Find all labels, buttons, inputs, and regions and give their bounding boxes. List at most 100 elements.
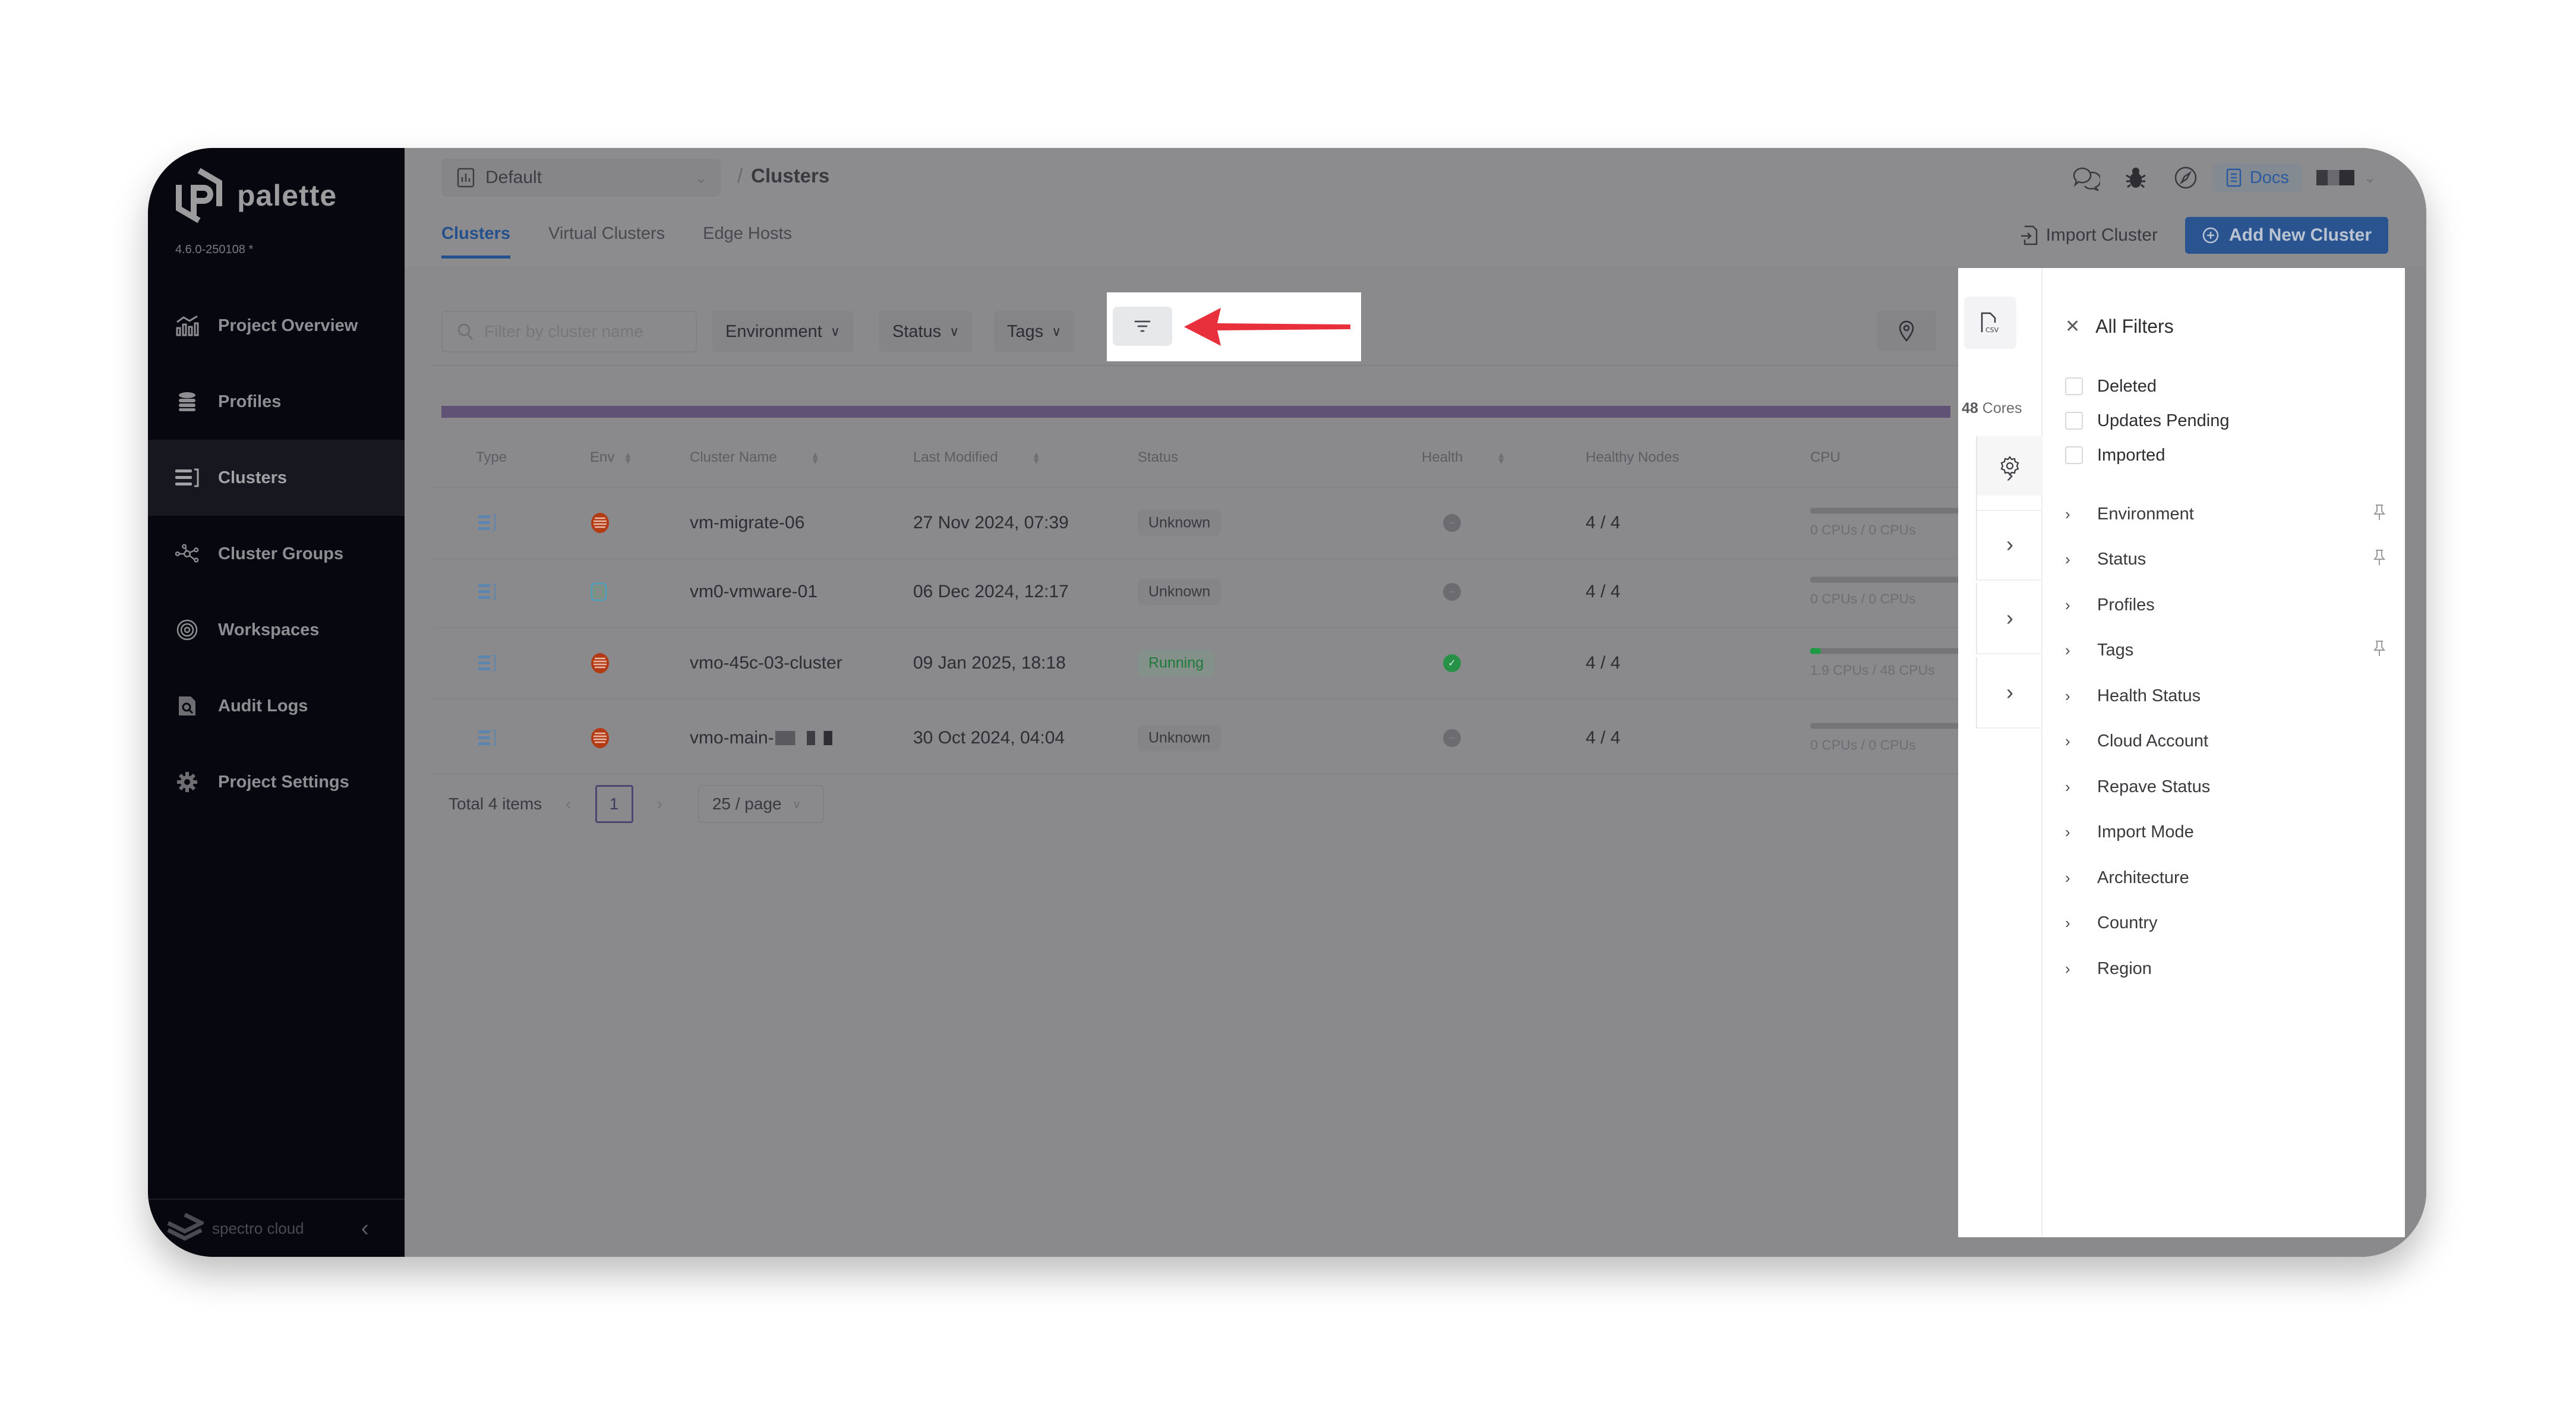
cluster-name-link[interactable]: vm-migrate-06: [690, 513, 804, 533]
expand-row-button[interactable]: ›: [1976, 583, 2043, 654]
column-header-cluster-name[interactable]: Cluster Name ▴ ▾: [690, 449, 818, 466]
last-modified: 27 Nov 2024, 07:39: [913, 513, 1069, 532]
filter-checkbox[interactable]: Updates Pending: [2065, 403, 2230, 438]
sidebar: palette 4.6.0-250108 * Project Overview …: [148, 148, 405, 1257]
sidebar-item-project-overview[interactable]: Project Overview: [148, 288, 405, 364]
table-right-edge: CSV 48 Cores › › › ›: [1958, 268, 2043, 1237]
healthy-nodes: 4 / 4: [1586, 653, 1621, 673]
chevron-down-icon[interactable]: ⌄: [2364, 169, 2376, 187]
filter-group[interactable]: › Profiles: [2065, 582, 2386, 628]
chat-icon[interactable]: [2068, 160, 2104, 196]
prev-page-button[interactable]: ‹: [566, 795, 571, 814]
checkbox[interactable]: [2065, 412, 2083, 430]
filter-group[interactable]: › Region: [2065, 946, 2386, 992]
pin-icon[interactable]: [2373, 549, 2386, 570]
status-filter-dropdown[interactable]: Status ∨: [879, 311, 973, 352]
filter-group[interactable]: › Import Mode: [2065, 810, 2386, 856]
table-row[interactable]: vmo-main- 30 Oct 2024, 04:04 Unknown – 4…: [433, 703, 1988, 774]
app-version: 4.6.0-250108 *: [175, 243, 254, 256]
expand-row-button[interactable]: ›: [1976, 440, 2043, 511]
cluster-name-link[interactable]: vm0-vmware-01: [690, 582, 817, 602]
filter-group[interactable]: › Environment: [2065, 491, 2386, 537]
table-row[interactable]: vm-migrate-06 27 Nov 2024, 07:39 Unknown…: [433, 488, 1988, 559]
chevron-right-icon: ›: [2065, 550, 2070, 569]
next-page-button[interactable]: ›: [657, 795, 662, 814]
bug-icon[interactable]: [2118, 160, 2154, 196]
current-page[interactable]: 1: [595, 785, 633, 823]
table-row[interactable]: vm0-vmware-01 06 Dec 2024, 12:17 Unknown…: [433, 557, 1988, 628]
chevron-down-icon: ⌄: [694, 168, 708, 187]
logo[interactable]: palette: [174, 167, 337, 224]
filter-group[interactable]: › Status: [2065, 537, 2386, 583]
export-csv-button[interactable]: CSV: [1964, 297, 2016, 349]
palette-logo-icon: [176, 168, 222, 223]
collapse-sidebar-button[interactable]: ‹: [361, 1215, 369, 1242]
chevron-down-icon: ∨: [1052, 324, 1062, 339]
pin-icon[interactable]: [2373, 504, 2386, 525]
all-filters-drawer: ✕ All Filters Deleted Updates Pending Impo…: [2043, 268, 2405, 1237]
sidebar-item-clusters[interactable]: Clusters: [148, 440, 405, 516]
column-header-type: Type: [476, 449, 507, 465]
target-icon: [175, 618, 199, 642]
cluster-name-link[interactable]: vmo-main-: [690, 728, 832, 748]
map-view-button[interactable]: [1877, 311, 1936, 351]
tags-filter-dropdown[interactable]: Tags ∨: [994, 311, 1075, 352]
sidebar-item-cluster-groups[interactable]: Cluster Groups: [148, 516, 405, 592]
health-status-icon: ✓: [1443, 654, 1461, 672]
filter-group[interactable]: › Repave Status: [2065, 764, 2386, 810]
top-icons: Docs ⌄: [2054, 160, 2376, 196]
last-modified: 06 Dec 2024, 12:17: [913, 582, 1069, 601]
import-icon: [2021, 225, 2037, 245]
audit-icon: [175, 694, 199, 718]
filter-checkbox[interactable]: Deleted: [2065, 369, 2230, 403]
sidebar-item-profiles[interactable]: Profiles: [148, 364, 405, 440]
docs-button[interactable]: Docs: [2212, 163, 2302, 193]
health-status-icon: –: [1443, 729, 1461, 747]
compass-icon[interactable]: [2168, 160, 2204, 196]
checkbox[interactable]: [2065, 446, 2083, 464]
user-avatar[interactable]: [2316, 170, 2354, 185]
column-header-env[interactable]: Env ▴ ▾: [590, 449, 630, 466]
checkbox[interactable]: [2065, 377, 2083, 395]
tab-edge-hosts[interactable]: Edge Hosts: [703, 224, 792, 258]
filter-group[interactable]: › Tags: [2065, 628, 2386, 674]
project-icon: [457, 168, 475, 188]
app-name: palette: [237, 179, 337, 212]
sidebar-item-project-settings[interactable]: Project Settings: [148, 744, 405, 820]
sidebar-item-audit-logs[interactable]: Audit Logs: [148, 668, 405, 744]
last-modified: 30 Oct 2024, 04:04: [913, 728, 1065, 748]
filter-group[interactable]: › Cloud Account: [2065, 719, 2386, 765]
filter-group[interactable]: › Country: [2065, 901, 2386, 947]
filter-group[interactable]: › Health Status: [2065, 673, 2386, 719]
cores-usage-bar: [441, 406, 1950, 418]
tabs: Clusters Virtual Clusters Edge Hosts: [441, 224, 830, 258]
expand-row-button[interactable]: ›: [1976, 509, 2043, 581]
column-header-health[interactable]: Health ▴ ▾: [1422, 449, 1504, 466]
sidebar-item-label: Project Settings: [218, 772, 349, 792]
sidebar-item-workspaces[interactable]: Workspaces: [148, 592, 405, 668]
openshift-env-icon: [590, 512, 610, 534]
chevron-right-icon: ›: [2065, 823, 2070, 841]
import-cluster-button[interactable]: Import Cluster: [2020, 225, 2158, 245]
filter-checkbox[interactable]: Imported: [2065, 438, 2230, 472]
add-new-cluster-button[interactable]: Add New Cluster: [2184, 217, 2388, 254]
page-size-select[interactable]: 25 / page ∨: [697, 785, 824, 823]
cluster-name-link[interactable]: vmo-45c-03-cluster: [690, 653, 842, 673]
column-header-last-modified[interactable]: Last Modified ▴ ▾: [913, 449, 1039, 466]
expand-row-button[interactable]: ›: [1976, 657, 2043, 729]
filter-groups: › Environment › Status › Profiles › Tags › Health…: [2065, 491, 2386, 992]
all-filters-button[interactable]: [1113, 307, 1172, 346]
sidebar-item-label: Audit Logs: [218, 696, 308, 715]
environment-filter-dropdown[interactable]: Environment ∨: [712, 311, 853, 352]
close-icon[interactable]: ✕: [2065, 316, 2080, 337]
drawer-header: ✕ All Filters: [2065, 316, 2174, 338]
search-input[interactable]: Filter by cluster name: [441, 311, 697, 352]
project-selector[interactable]: Default ⌄: [441, 159, 721, 197]
pin-icon[interactable]: [2373, 640, 2386, 661]
filter-group[interactable]: › Architecture: [2065, 855, 2386, 901]
tab-clusters[interactable]: Clusters: [441, 224, 511, 258]
tab-virtual-clusters[interactable]: Virtual Clusters: [548, 224, 665, 258]
table-row[interactable]: vmo-45c-03-cluster 09 Jan 2025, 18:18 Ru…: [433, 628, 1988, 699]
total-items: Total 4 items: [449, 795, 542, 813]
stack-icon: [175, 390, 199, 414]
